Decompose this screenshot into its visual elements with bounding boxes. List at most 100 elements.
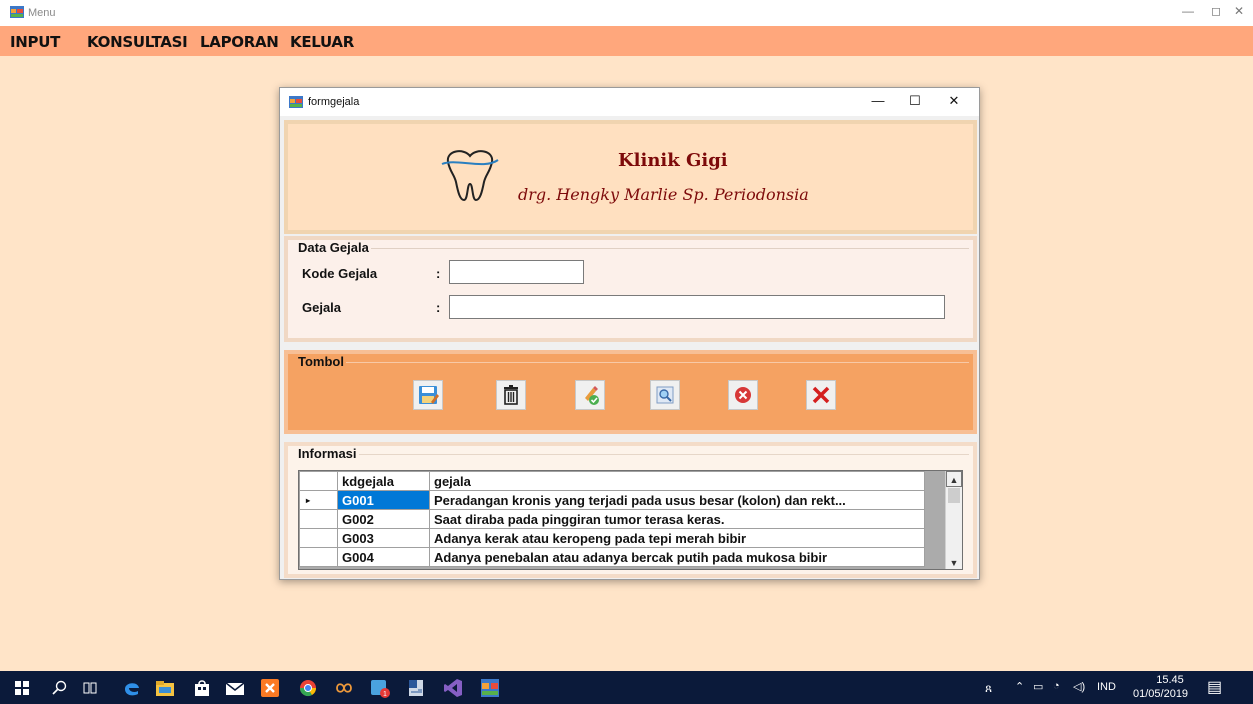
tombol-group: Tombol [284, 350, 977, 434]
kode-gejala-input[interactable] [449, 260, 584, 284]
running-app-icon[interactable] [480, 678, 500, 698]
action-center-icon[interactable]: ▤ [1207, 677, 1222, 697]
table-row[interactable]: G003 Adanya kerak atau keropeng pada tep… [299, 528, 925, 548]
gejala-data-grid[interactable]: kdgejala gejala ▸ G001 Peradangan kronis… [298, 470, 963, 570]
search-taskbar-icon[interactable] [50, 678, 70, 698]
column-header-kdgejala[interactable]: kdgejala [337, 471, 430, 491]
table-row[interactable]: ▸ G001 Peradangan kronis yang terjadi pa… [299, 490, 925, 510]
cancel-icon [735, 387, 751, 403]
cell-kdgejala[interactable]: G004 [337, 547, 430, 567]
table-row[interactable]: G004 Adanya penebalan atau adanya bercak… [299, 547, 925, 567]
volume-icon[interactable]: ◁) [1073, 680, 1085, 693]
word-doc-icon[interactable] [406, 678, 426, 698]
restore-button[interactable]: ◻ [1206, 4, 1226, 18]
chrome-icon[interactable] [298, 678, 318, 698]
tombol-legend: Tombol [296, 354, 346, 369]
form-minimize-button[interactable]: — [868, 93, 888, 108]
cancel-button[interactable] [728, 380, 758, 410]
system-tray: ጸ ⌃ ▭ ◔ ◁) IND 15.45 01/05/2019 ▤ [985, 671, 1245, 704]
clock-time[interactable]: 15.45 [1145, 674, 1195, 686]
informasi-group: Informasi kdgejala gejala ▸ G001 Peradan… [284, 442, 977, 578]
infinity-app-icon[interactable] [334, 678, 354, 698]
network-icon[interactable]: ▭ [1033, 680, 1043, 693]
row-header[interactable] [299, 509, 338, 529]
clinic-banner: Klinik Gigi drg. Hengky Marlie Sp. Perio… [284, 120, 977, 234]
minimize-button[interactable]: — [1178, 4, 1198, 18]
taskbar: 1 ጸ ⌃ ▭ ◔ ◁) IND 15.45 01/05/2019 ▤ [0, 671, 1253, 704]
cell-gejala[interactable]: Adanya penebalan atau adanya bercak puti… [429, 547, 925, 567]
scroll-thumb[interactable] [948, 488, 960, 503]
outer-title-bar: Menu — ◻ ✕ [0, 0, 1253, 26]
xampp-icon[interactable] [260, 678, 280, 698]
form-icon [289, 96, 303, 108]
mail-icon[interactable] [225, 678, 245, 698]
windows-start-icon[interactable] [12, 678, 32, 698]
menu-konsultasi[interactable]: KONSULTASI [87, 33, 188, 51]
table-row[interactable]: G002 Saat diraba pada pinggiran tumor te… [299, 509, 925, 529]
cell-kdgejala[interactable]: G001 [337, 490, 430, 510]
delete-button[interactable] [496, 380, 526, 410]
delete-icon [504, 385, 518, 405]
vertical-scrollbar[interactable]: ▲ ▼ [945, 471, 962, 569]
file-explorer-icon[interactable] [155, 678, 175, 698]
wifi-icon[interactable]: ◔ [1053, 680, 1060, 692]
gejala-colon: : [436, 300, 441, 315]
visual-studio-icon[interactable] [443, 678, 463, 698]
save-button[interactable] [413, 380, 443, 410]
scroll-up-icon[interactable]: ▲ [946, 471, 962, 487]
edit-icon [585, 386, 599, 405]
informasi-legend: Informasi [296, 446, 359, 461]
tooth-logo-icon [441, 150, 499, 202]
edit-button[interactable] [575, 380, 605, 410]
kode-colon: : [436, 266, 441, 281]
cell-kdgejala[interactable]: G002 [337, 509, 430, 529]
cell-gejala[interactable]: Adanya kerak atau keropeng pada tepi mer… [429, 528, 925, 548]
kode-gejala-label: Kode Gejala [302, 266, 378, 281]
clinic-name: Klinik Gigi [618, 150, 728, 171]
chevron-up-icon[interactable]: ⌃ [1015, 680, 1024, 693]
cell-gejala[interactable]: Peradangan kronis yang terjadi pada usus… [429, 490, 925, 510]
form-title: formgejala [308, 96, 360, 108]
edge-browser-icon[interactable] [122, 678, 142, 698]
menu-laporan[interactable]: LAPORAN [200, 33, 279, 51]
gejala-input[interactable] [449, 295, 945, 319]
doctor-name: drg. Hengky Marlie Sp. Periodonsia [518, 185, 809, 204]
column-header-gejala[interactable]: gejala [429, 471, 925, 491]
row-header[interactable] [299, 528, 338, 548]
group-divider [346, 362, 969, 363]
form-title-bar[interactable]: formgejala — ☐ ✕ [280, 88, 979, 116]
close-window-button[interactable]: ✕ [1229, 4, 1249, 18]
form-maximize-button[interactable]: ☐ [905, 93, 925, 109]
window-title: Menu [28, 7, 56, 19]
close-form-button[interactable] [806, 380, 836, 410]
cell-gejala[interactable]: Saat diraba pada pinggiran tumor terasa … [429, 509, 925, 529]
form-gejala-window: formgejala — ☐ ✕ Klinik Gigi drg. Hengky… [279, 87, 980, 580]
data-gejala-legend: Data Gejala [296, 240, 371, 255]
store-icon[interactable] [192, 678, 212, 698]
table-header-row: kdgejala gejala [299, 471, 925, 491]
row-header-corner [299, 471, 338, 491]
menu-input[interactable]: INPUT [10, 33, 60, 51]
gejala-label: Gejala [302, 300, 342, 315]
scroll-down-icon[interactable]: ▼ [946, 555, 962, 569]
save-icon [419, 386, 439, 404]
search-icon [656, 386, 674, 404]
form-close-button[interactable]: ✕ [944, 93, 964, 109]
cell-kdgejala[interactable]: G003 [337, 528, 430, 548]
search-button[interactable] [650, 380, 680, 410]
svg-text:1: 1 [383, 691, 387, 698]
data-gejala-group: Data Gejala Kode Gejala : Gejala : [284, 236, 977, 342]
language-indicator[interactable]: IND [1097, 681, 1116, 693]
group-divider [354, 454, 969, 455]
clock-date[interactable]: 01/05/2019 [1133, 688, 1188, 700]
close-icon [812, 386, 830, 404]
people-icon[interactable]: ጸ [985, 681, 992, 696]
row-selector-icon[interactable]: ▸ [299, 490, 338, 510]
menu-keluar[interactable]: KELUAR [290, 33, 354, 51]
group-divider [348, 248, 969, 249]
task-view-icon[interactable] [80, 678, 100, 698]
row-header[interactable] [299, 547, 338, 567]
app-icon [10, 6, 24, 18]
notification-app-icon[interactable]: 1 [370, 678, 390, 698]
menu-bar: INPUT KONSULTASI LAPORAN KELUAR [0, 26, 1253, 56]
